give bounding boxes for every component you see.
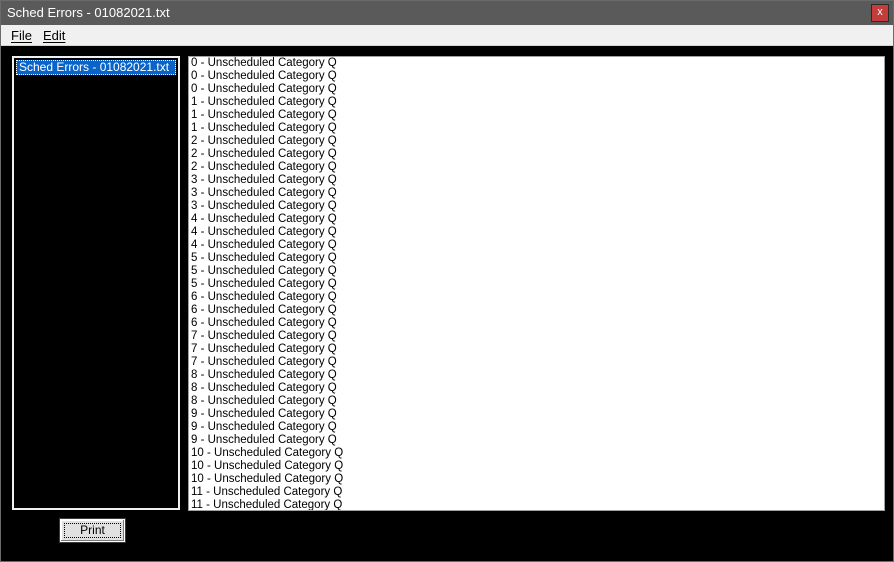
log-line: 1 - Unscheduled Category Q [191,96,337,108]
log-line: 7 - Unscheduled Category Q [191,330,337,342]
log-line: 6 - Unscheduled Category Q [191,317,337,329]
log-line: 2 - Unscheduled Category Q [191,135,337,147]
log-line: 1 - Unscheduled Category Q [191,122,337,134]
log-line: 5 - Unscheduled Category Q [191,278,337,290]
log-line: 0 - Unscheduled Category Q [191,83,337,95]
log-line: 8 - Unscheduled Category Q [191,382,337,394]
log-line: 5 - Unscheduled Category Q [191,252,337,264]
log-line: 4 - Unscheduled Category Q [191,239,337,251]
log-line: 4 - Unscheduled Category Q [191,226,337,238]
log-line: 6 - Unscheduled Category Q [191,291,337,303]
log-line: 2 - Unscheduled Category Q [191,148,337,160]
menu-bar: File Edit [1,25,893,46]
log-line: 3 - Unscheduled Category Q [191,174,337,186]
log-line: 0 - Unscheduled Category Q [191,70,337,82]
menu-file[interactable]: File [11,28,32,43]
log-line: 9 - Unscheduled Category Q [191,408,337,420]
log-line: 3 - Unscheduled Category Q [191,200,337,212]
print-button-label: Print [80,523,105,537]
print-button[interactable]: Print [60,519,125,542]
log-line: 10 - Unscheduled Category Q [191,460,344,472]
log-line: 8 - Unscheduled Category Q [191,369,337,381]
log-line: 7 - Unscheduled Category Q [191,343,337,355]
log-line: 0 - Unscheduled Category Q [191,57,337,69]
log-line: 9 - Unscheduled Category Q [191,421,337,433]
log-line: 11 - Unscheduled Category Q [191,486,343,498]
log-line: 10 - Unscheduled Category Q [191,447,344,459]
window-title: Sched Errors - 01082021.txt [7,5,170,20]
menu-edit[interactable]: Edit [43,28,65,43]
log-line: 6 - Unscheduled Category Q [191,304,337,316]
close-button[interactable]: x [871,4,889,22]
log-line: 4 - Unscheduled Category Q [191,213,337,225]
log-line: 1 - Unscheduled Category Q [191,109,337,121]
log-line: 3 - Unscheduled Category Q [191,187,337,199]
log-line: 7 - Unscheduled Category Q [191,356,337,368]
close-icon: x [877,6,883,18]
title-bar[interactable]: Sched Errors - 01082021.txt x [1,1,893,25]
file-listbox[interactable]: Sched Errors - 01082021.txt [12,56,180,510]
log-textbox[interactable]: 0 - Unscheduled Category Q0 - Unschedule… [188,56,885,511]
app-window: Sched Errors - 01082021.txt x File Edit … [0,0,894,562]
log-line: 9 - Unscheduled Category Q [191,434,337,446]
log-line: 5 - Unscheduled Category Q [191,265,337,277]
file-list-item-selected[interactable]: Sched Errors - 01082021.txt [16,60,176,75]
log-line: 10 - Unscheduled Category Q [191,473,344,485]
log-line: 8 - Unscheduled Category Q [191,395,337,407]
log-lines: 0 - Unscheduled Category Q0 - Unschedule… [191,57,344,511]
log-line: 2 - Unscheduled Category Q [191,161,337,173]
log-line: 11 - Unscheduled Category Q [191,499,343,511]
